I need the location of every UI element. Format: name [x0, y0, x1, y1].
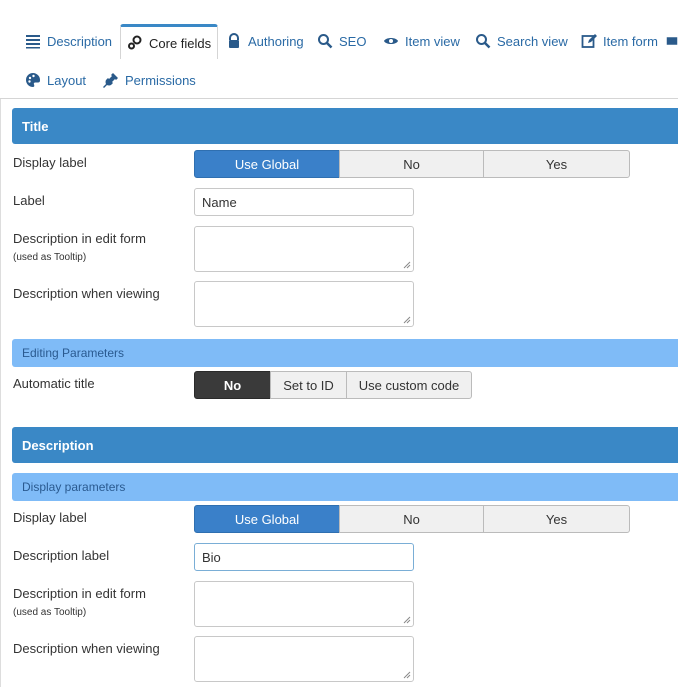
tab-label: SEO	[339, 33, 367, 49]
search-icon	[318, 34, 333, 49]
tab-item-view[interactable]: Item view	[377, 24, 466, 58]
desc-edit-hint: (used as Tooltip)	[13, 607, 87, 618]
subheader-title: Editing Parameters	[22, 346, 125, 360]
resize-grip-icon[interactable]	[403, 316, 411, 324]
option-no[interactable]: No	[194, 371, 271, 399]
section-title: Description	[22, 437, 94, 453]
desc-view-label: Description when viewing	[13, 641, 160, 656]
option-set-to-id[interactable]: Set to ID	[270, 371, 347, 399]
option-use-global[interactable]: Use Global	[194, 150, 340, 178]
desc-edit-textarea[interactable]	[194, 226, 414, 272]
palette-icon	[26, 72, 41, 87]
display-label-toggle: Use Global No Yes	[194, 505, 630, 533]
desc-edit-label: Description in edit form (used as Toolti…	[13, 231, 146, 266]
lock-icon	[229, 33, 239, 48]
tab-search-view[interactable]: Search view	[469, 24, 574, 58]
resize-grip-icon[interactable]	[403, 671, 411, 679]
list-icon	[26, 35, 40, 49]
tab-label: Authoring	[248, 33, 304, 49]
tab-bar: Description Core fields Authoring SEO It…	[0, 0, 678, 98]
tab-label: Layout	[47, 72, 87, 88]
tab-core-fields[interactable]: Core fields	[120, 24, 219, 59]
edit-icon	[581, 34, 597, 48]
tab-label: Item view	[405, 33, 460, 49]
display-label-label: Display label	[13, 510, 87, 525]
section-header-title: Title	[12, 108, 678, 144]
label-field-label: Label	[13, 193, 45, 208]
option-no[interactable]: No	[339, 505, 484, 533]
automatic-title-label: Automatic title	[13, 376, 95, 391]
option-yes[interactable]: Yes	[483, 150, 630, 178]
tab-authoring[interactable]: Authoring	[220, 24, 310, 58]
desc-edit-label-text: Description in edit form	[13, 586, 146, 601]
desc-edit-label: Description in edit form (used as Toolti…	[13, 586, 146, 621]
plug-icon	[103, 73, 118, 88]
label-input[interactable]	[194, 188, 414, 216]
subheader-display-parameters: Display parameters	[12, 473, 678, 501]
desc-edit-hint: (used as Tooltip)	[13, 252, 87, 263]
tab-label: Description	[47, 33, 113, 49]
display-label-label: Display label	[13, 155, 87, 170]
description-label-label: Description label	[13, 548, 110, 563]
eye-icon	[384, 38, 398, 44]
section-header-description: Description	[12, 427, 678, 463]
desc-view-textarea[interactable]	[194, 636, 414, 682]
resize-grip-icon[interactable]	[403, 261, 411, 269]
desc-edit-label-text: Description in edit form	[13, 231, 146, 246]
desc-edit-textarea[interactable]	[194, 581, 414, 627]
option-use-custom-code[interactable]: Use custom code	[346, 371, 472, 399]
core-fields-panel: Title Display label Use Global No Yes La…	[0, 99, 678, 687]
tab-seo[interactable]: SEO	[311, 24, 372, 58]
desc-view-label: Description when viewing	[13, 286, 160, 301]
tab-label: Permissions	[125, 72, 196, 88]
search-icon	[476, 34, 491, 49]
display-label-toggle: Use Global No Yes	[194, 150, 630, 178]
tab-label: Search view	[497, 33, 568, 49]
resize-grip-icon[interactable]	[403, 616, 411, 624]
tab-permissions[interactable]: Permissions	[97, 63, 202, 97]
option-yes[interactable]: Yes	[483, 505, 630, 533]
mail-icon	[666, 37, 678, 45]
option-no[interactable]: No	[339, 150, 484, 178]
subheader-editing-parameters: Editing Parameters	[12, 339, 678, 367]
tab-label: Item form	[603, 33, 658, 49]
automatic-title-toggle: No Set to ID Use custom code	[194, 371, 472, 399]
option-use-global[interactable]: Use Global	[194, 505, 340, 533]
section-title: Title	[22, 118, 49, 134]
tab-description[interactable]: Description	[19, 24, 118, 58]
tab-layout[interactable]: Layout	[19, 63, 92, 97]
description-label-input[interactable]	[194, 543, 414, 571]
gears-icon	[128, 35, 142, 50]
tab-item-form[interactable]: Item form	[575, 24, 664, 58]
subheader-title: Display parameters	[22, 480, 126, 494]
tab-label: Core fields	[149, 35, 212, 51]
desc-view-textarea[interactable]	[194, 281, 414, 327]
tab-overflow[interactable]	[666, 24, 678, 58]
